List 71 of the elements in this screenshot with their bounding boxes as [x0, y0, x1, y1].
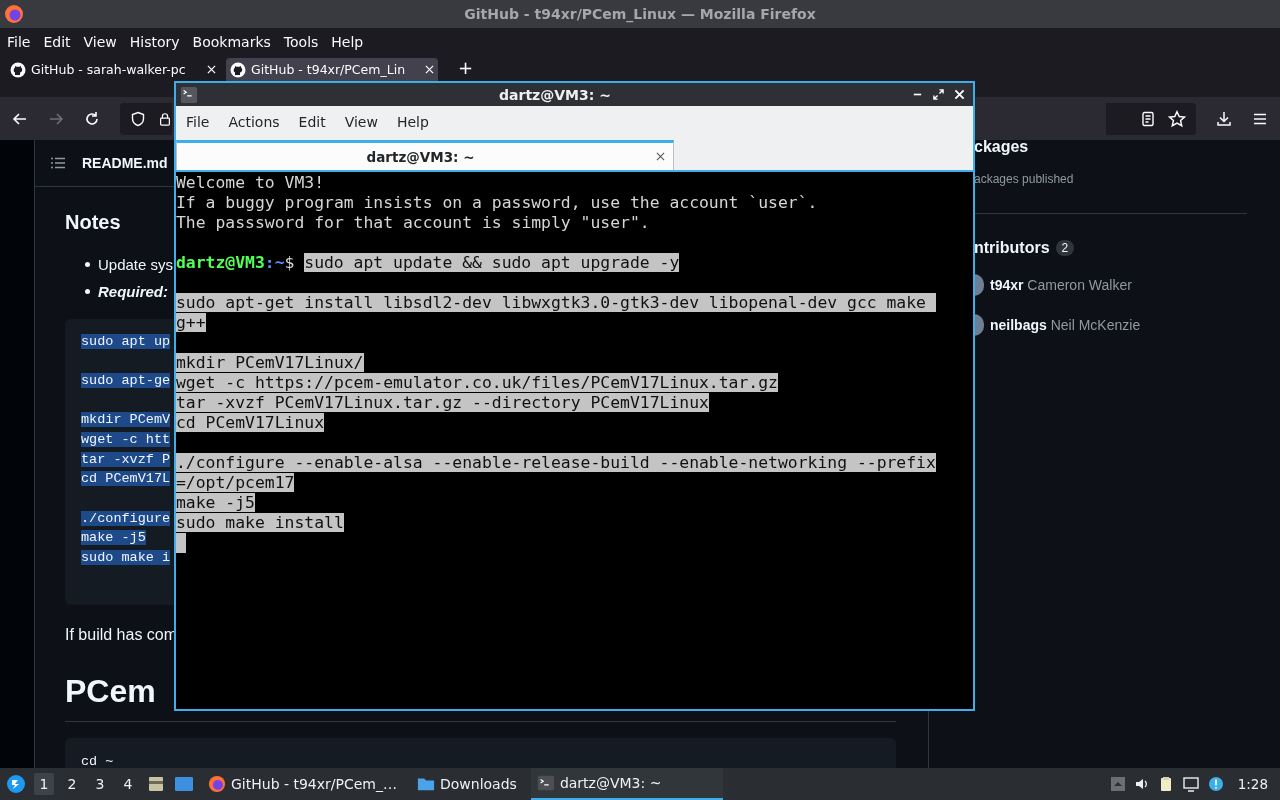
terminal-icon [536, 774, 555, 792]
list-text: Required: [98, 283, 168, 300]
volume-icon[interactable] [1133, 776, 1150, 792]
workspace-button[interactable]: 2 [62, 773, 82, 795]
github-logo-icon [10, 61, 26, 78]
desktop-icon[interactable] [174, 774, 194, 794]
count-badge: 2 [1055, 240, 1075, 256]
bookmark-star-icon[interactable] [1168, 109, 1186, 128]
menu-item[interactable]: View [338, 113, 387, 130]
back-icon[interactable] [12, 110, 28, 127]
terminal-icon [180, 85, 198, 104]
prompt-user: dartz@VM3 [176, 253, 265, 272]
browser-tab[interactable]: GitHub - t94xr/PCem_Lin [226, 58, 438, 81]
taskbar-button[interactable]: GitHub - t94xr/PCem_… [202, 768, 403, 800]
contributor-link[interactable]: t94xr Cameron Walker [990, 277, 1132, 293]
terminal-line: If a buggy program insists on a password, use the account `user`. [176, 193, 818, 212]
list-text: Update sys [98, 256, 174, 273]
reload-icon[interactable] [84, 110, 100, 127]
window-title: GitHub - t94xr/PCem_Linux — Mozilla Firefox [464, 6, 816, 22]
reader-view-icon[interactable] [1140, 110, 1156, 127]
github-logo-icon [230, 61, 246, 78]
download-icon[interactable] [1216, 110, 1232, 127]
menu-item[interactable]: File [3, 33, 35, 50]
maximize-icon[interactable] [933, 89, 944, 100]
menu-item[interactable]: Help [327, 33, 368, 50]
file-manager-icon[interactable] [146, 774, 166, 794]
section-heading: Notes [65, 210, 121, 235]
menu-item[interactable]: File [180, 113, 219, 130]
contributor-link[interactable]: neilbags Neil McKenzie [990, 317, 1141, 333]
section-heading: ckages [974, 140, 1030, 156]
browser-logo-icon [4, 4, 24, 24]
forward-icon[interactable] [48, 110, 64, 127]
prompt-path: :~ [264, 253, 285, 272]
workspace-button[interactable]: 1 [34, 773, 54, 795]
taskbar-button[interactable]: dartz@VM3: ~ [530, 768, 723, 800]
bullet-icon [85, 262, 90, 267]
menu-item[interactable]: View [79, 33, 121, 50]
terminal-tab[interactable]: dartz@VM3: ~ [176, 140, 674, 170]
shield-icon[interactable] [130, 110, 146, 127]
menu-item[interactable]: Edit [39, 33, 75, 50]
menu-item[interactable]: Actions [222, 113, 289, 130]
new-tab-button[interactable]: + [458, 58, 474, 78]
terminal-line: The passsword for that account is simply "user". [176, 213, 650, 232]
code-line: cd ~ [81, 753, 114, 768]
browser-tab[interactable]: GitHub - sarah-walker-pc [6, 58, 220, 81]
workspace-button[interactable]: 4 [118, 773, 138, 795]
address-field-end[interactable] [1106, 102, 1196, 135]
menu-item[interactable]: Help [390, 113, 438, 130]
list-icon[interactable] [50, 155, 66, 171]
window-title: dartz@VM3: ~ [498, 86, 612, 103]
file-name[interactable]: README.md [82, 155, 168, 171]
clock[interactable]: 1:28 [1237, 776, 1268, 792]
bullet-icon [85, 289, 90, 294]
notification-icon[interactable] [1207, 776, 1224, 792]
menu-item[interactable]: Edit [292, 113, 335, 130]
menu-item[interactable]: History [125, 33, 184, 50]
section-heading[interactable]: ntributors [974, 239, 1050, 257]
terminal-command: sudo apt update && sudo apt upgrade -y [304, 253, 680, 272]
workspace-button[interactable]: 3 [90, 773, 110, 795]
prompt-symbol: $ [284, 253, 295, 272]
packages-note: ackages published [974, 172, 1075, 186]
close-icon[interactable] [656, 152, 665, 161]
lock-icon[interactable] [158, 110, 172, 127]
address-field[interactable] [120, 102, 172, 135]
terminal-line: Welcome to VM3! [176, 173, 325, 192]
browser-logo-icon [208, 775, 226, 793]
menu-item[interactable]: Tools [279, 33, 323, 50]
taskbar-button[interactable]: Downloads [411, 768, 523, 800]
network-icon[interactable] [1181, 776, 1200, 792]
menu-item[interactable]: Bookmarks [188, 33, 275, 50]
start-menu-icon[interactable] [6, 774, 26, 794]
